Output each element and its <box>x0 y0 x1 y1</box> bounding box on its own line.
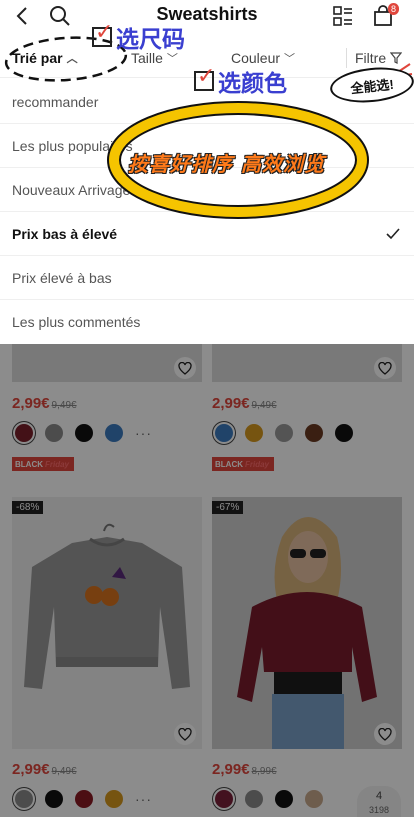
dim-overlay[interactable] <box>0 344 414 817</box>
sort-annotation-text: 按喜好排序 高效浏览 <box>128 152 325 176</box>
grid-view-icon[interactable] <box>331 4 355 28</box>
sort-option-price-high-low[interactable]: Prix élevé à bas <box>0 256 414 300</box>
checkbox-icon <box>92 20 113 47</box>
size-annotation: 选尺码 <box>92 20 185 54</box>
cart-count-badge: 8 <box>387 3 399 15</box>
sort-option-label: recommander <box>12 93 99 110</box>
sort-option-label: Prix élevé à bas <box>12 269 112 286</box>
sort-option-label: Les plus commentés <box>12 314 141 330</box>
checkbox-icon <box>194 64 215 91</box>
divider <box>346 48 347 68</box>
bag-icon[interactable]: 8 <box>371 3 399 28</box>
filter-label: Filtre <box>355 50 387 66</box>
sort-option-most-reviewed[interactable]: Les plus commentés <box>0 300 414 344</box>
header: Sweatshirts 8 <box>0 0 414 32</box>
checkmark-icon <box>386 227 400 239</box>
sort-option-label: Prix bas à élevé <box>12 225 118 242</box>
size-annotation-text: 选尺码 <box>116 27 185 53</box>
